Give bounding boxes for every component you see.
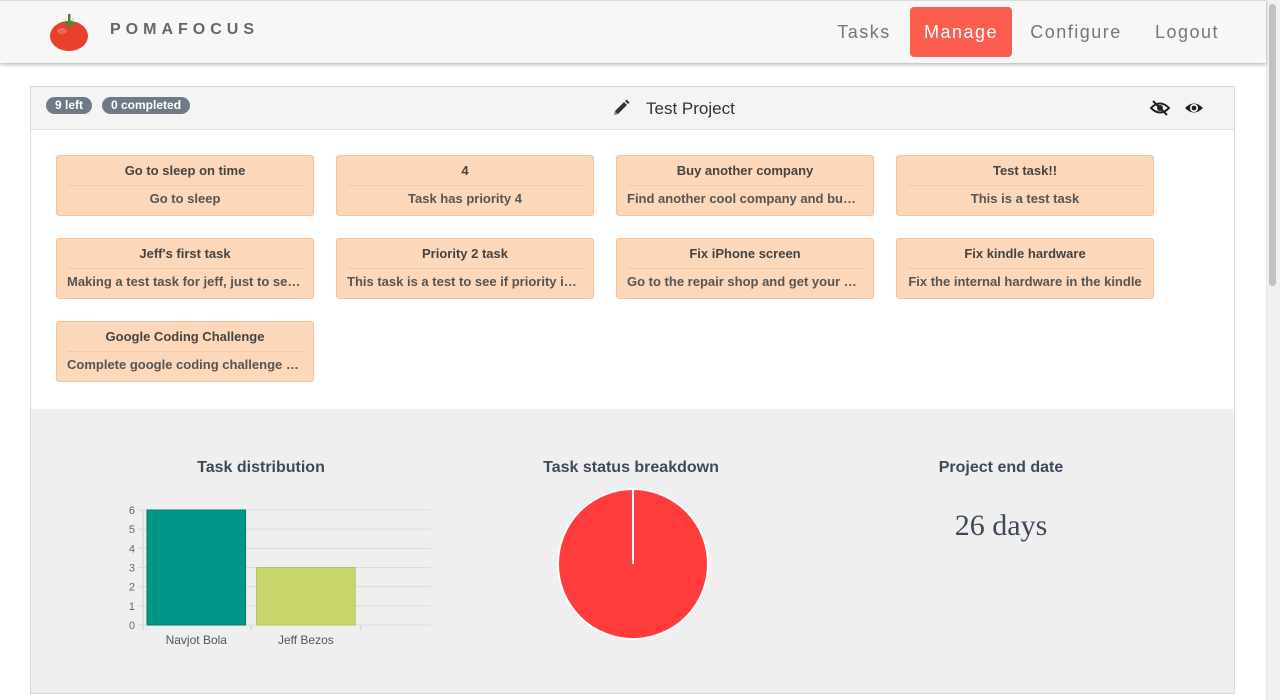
panel-header: 9 left 0 completed Test Project	[31, 87, 1234, 130]
task-description: Find another cool company and buy it.	[627, 191, 863, 206]
task-description: Complete google coding challenge again	[67, 357, 303, 372]
y-tick-label: 4	[129, 543, 135, 555]
tasks-left-badge: 9 left	[46, 97, 93, 114]
y-tick-label: 5	[129, 524, 135, 536]
eye-slash-icon[interactable]	[1150, 99, 1170, 117]
task-title: Test task!!	[907, 163, 1143, 186]
task-description: Go to the repair shop and get your scree…	[627, 274, 863, 289]
task-title: Go to sleep on time	[67, 163, 303, 186]
status-chart-title: Task status breakdown	[543, 459, 719, 476]
task-status-pie-chart	[557, 488, 709, 640]
nav-manage[interactable]: Manage	[910, 7, 1012, 57]
end-date-title: Project end date	[938, 459, 1064, 476]
task-description: Go to sleep	[149, 191, 221, 206]
distribution-chart-title: Task distribution	[197, 459, 325, 476]
x-tick-label: Navjot Bola	[166, 633, 228, 647]
pencil-icon[interactable]	[612, 99, 630, 117]
y-tick-label: 6	[129, 505, 135, 517]
eye-icon[interactable]	[1184, 99, 1204, 117]
y-tick-label: 2	[129, 582, 135, 594]
scrollbar-thumb[interactable]	[1269, 4, 1276, 286]
task-description: Fix the internal hardware in the kindle	[908, 274, 1142, 289]
nav-logout[interactable]: Logout	[1143, 7, 1231, 57]
brand-name[interactable]: POMAFOCUS	[110, 21, 259, 39]
task-description: This task is a test to see if priority i…	[347, 274, 583, 289]
task-card[interactable]: Fix iPhone screen Go to the repair shop …	[616, 238, 874, 299]
task-title: Priority 2 task	[347, 246, 583, 269]
top-navbar: POMAFOCUS Tasks Manage Configure Logout	[0, 0, 1266, 63]
project-panel: 9 left 0 completed Test Project Go to sl…	[30, 86, 1235, 694]
nav-tasks[interactable]: Tasks	[825, 7, 903, 57]
task-description: Making a test task for jeff, just to see…	[67, 274, 303, 289]
task-distribution-chart: 0 1 2 3 4 5 6 Navjot Bola Jeff Bezos	[129, 505, 431, 647]
stats-section: Task distribution Task status breakdown …	[31, 409, 1234, 693]
bar-0	[146, 509, 247, 626]
task-card[interactable]: Priority 2 task This task is a test to s…	[336, 238, 594, 299]
end-date-value: 26 days	[954, 509, 1048, 542]
task-title: Buy another company	[627, 163, 863, 186]
project-title: Test Project	[646, 99, 735, 118]
tasks-completed-badge: 0 completed	[102, 97, 191, 114]
y-tick-label: 1	[129, 601, 135, 613]
task-card[interactable]: Google Coding Challenge Complete google …	[56, 321, 314, 382]
task-description: Task has priority 4	[408, 191, 522, 206]
task-title: Jeff's first task	[67, 246, 303, 269]
tomato-logo-icon[interactable]	[47, 9, 91, 53]
task-title: Fix iPhone screen	[627, 246, 863, 269]
bar-1	[256, 567, 356, 626]
task-title: 4	[347, 163, 583, 186]
task-card[interactable]: Fix kindle hardware Fix the internal har…	[896, 238, 1154, 299]
task-card[interactable]: Buy another company Find another cool co…	[616, 155, 874, 216]
y-tick-label: 0	[129, 620, 135, 632]
task-title: Google Coding Challenge	[67, 329, 303, 352]
nav-configure[interactable]: Configure	[1020, 7, 1132, 57]
task-card[interactable]: 4 Task has priority 4	[336, 155, 594, 216]
task-title: Fix kindle hardware	[907, 246, 1143, 269]
task-card[interactable]: Test task!! This is a test task	[896, 155, 1154, 216]
task-description: This is a test task	[970, 191, 1080, 206]
task-card[interactable]: Jeff's first task Making a test task for…	[56, 238, 314, 299]
y-tick-label: 3	[129, 563, 135, 575]
task-card[interactable]: Go to sleep on time Go to sleep	[56, 155, 314, 216]
x-tick-label: Jeff Bezos	[278, 633, 334, 647]
